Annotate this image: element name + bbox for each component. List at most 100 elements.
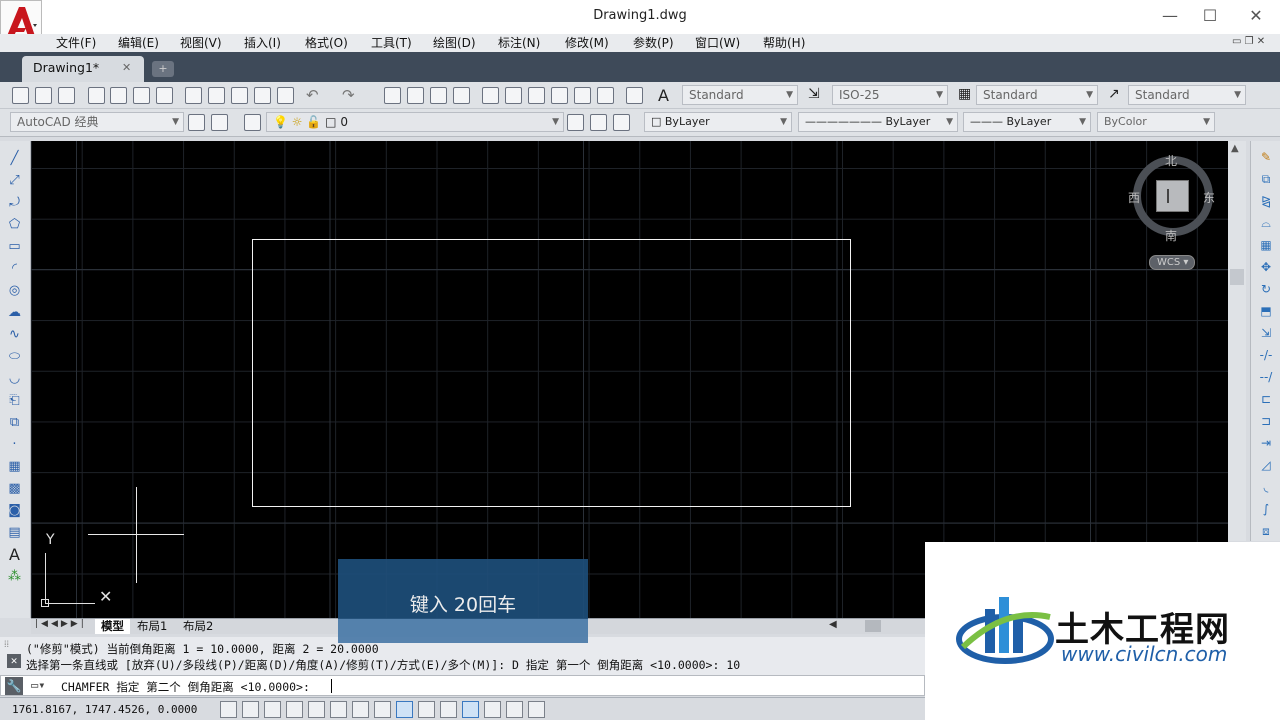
lineweight-icon[interactable] [440,701,457,718]
object-snap-icon[interactable] [330,701,347,718]
customize-wrench-icon[interactable]: 🔧 [5,677,23,695]
scale-icon[interactable]: ⬒ [1257,303,1275,320]
make-block-icon[interactable]: ⧉ [6,415,23,431]
polyline-icon[interactable]: ⤾ [6,195,23,211]
text-style-select[interactable]: Standard ▼ [682,85,798,105]
open-file-icon[interactable] [35,87,52,104]
insert-block-icon[interactable]: ⎗ [6,393,23,409]
offset-icon[interactable]: ⌓ [1257,215,1275,232]
scroll-up-icon[interactable]: ▲ [1231,143,1239,154]
lineweight-select[interactable]: ——— ByLayer ▼ [963,112,1091,132]
design-center-icon[interactable] [505,87,522,104]
dynamic-ucs-icon[interactable] [396,701,413,718]
polar-tracking-icon[interactable] [308,701,325,718]
save-icon[interactable] [58,87,75,104]
3d-object-snap-icon[interactable] [352,701,369,718]
ellipse-arc-icon[interactable]: ◡ [6,371,23,387]
menu-edit[interactable]: 编辑(E) [118,34,159,52]
pan-icon[interactable] [384,87,401,104]
tab-drawing1[interactable]: Drawing1* ✕ [22,56,144,82]
table-icon[interactable]: ▤ [6,525,23,541]
3d-print-icon[interactable] [156,87,173,104]
undo-icon[interactable]: ↶ [306,86,319,104]
minimize-button[interactable]: — [1148,4,1192,28]
tab-layout1[interactable]: 布局1 [137,619,167,634]
chamfer-icon[interactable]: ◿ [1257,457,1275,474]
maximize-button[interactable]: ☐ [1188,4,1232,28]
wcs-menu-button[interactable]: WCS ▾ [1149,255,1195,270]
recent-commands-icon[interactable]: ▭▾ [31,678,45,692]
viewcube-east[interactable]: 东 [1203,189,1215,206]
workspace-select[interactable]: AutoCAD 经典 ▼ [10,112,184,132]
viewcube-top-face[interactable] [1156,180,1189,212]
help-icon[interactable] [626,87,643,104]
construction-line-icon[interactable]: ⤢ [6,173,23,189]
quick-properties-icon[interactable] [484,701,501,718]
layout-nav-arrows[interactable]: |◀◀▶▶| [35,619,87,629]
doc-window-controls[interactable]: ▭ ❐ ✕ [1232,36,1265,47]
circle-icon[interactable]: ◎ [6,283,23,299]
layer-select[interactable]: 💡 ☼ 🔓 □ 0 ▼ [266,112,564,132]
array-icon[interactable]: ▦ [1257,237,1275,254]
grip-icon[interactable]: ⁞⁞ [4,639,9,650]
plot-icon[interactable] [88,87,105,104]
join-icon[interactable]: ⇥ [1257,435,1275,452]
viewcube-south[interactable]: 南 [1165,227,1177,244]
linetype-select[interactable]: ——————— ByLayer ▼ [798,112,958,132]
new-file-icon[interactable] [12,87,29,104]
tab-model[interactable]: 模型 [95,619,130,634]
plotstyle-select[interactable]: ByColor ▼ [1097,112,1215,132]
tab-layout2[interactable]: 布局2 [183,619,213,634]
break-at-point-icon[interactable]: ⊏ [1257,391,1275,408]
annotation-monitor-icon[interactable] [528,701,545,718]
layer-properties-icon[interactable] [244,114,261,131]
copy-object-icon[interactable]: ⧉ [1257,171,1275,188]
paste-special-icon[interactable] [254,87,271,104]
close-button[interactable]: ✕ [1234,4,1278,28]
extend-icon[interactable]: --/ [1257,369,1275,386]
polygon-icon[interactable]: ⬠ [6,217,23,233]
layer-state-icon[interactable] [613,114,630,131]
viewcube-north[interactable]: 北 [1165,152,1177,169]
tool-palettes-icon[interactable] [528,87,545,104]
menu-modify[interactable]: 修改(M) [565,34,609,52]
vertical-scrollbar[interactable]: ▲ [1228,141,1246,541]
cut-icon[interactable] [185,87,202,104]
plot-preview-icon[interactable] [110,87,127,104]
properties-icon[interactable] [482,87,499,104]
ortho-mode-icon[interactable] [286,701,303,718]
redo-icon[interactable]: ↷ [342,86,355,104]
transparency-icon[interactable] [462,701,479,718]
object-snap-tracking-icon[interactable] [374,701,391,718]
copy-icon[interactable] [208,87,225,104]
drawn-rectangle[interactable] [252,239,851,507]
hscroll-thumb[interactable] [865,620,881,632]
zoom-realtime-icon[interactable] [407,87,424,104]
mirror-icon[interactable]: ⧎ [1257,193,1275,210]
hscroll-left-icon[interactable]: ◀ [829,619,837,630]
menu-draw[interactable]: 绘图(D) [433,34,476,52]
menu-tools[interactable]: 工具(T) [371,34,412,52]
trim-icon[interactable]: -/- [1257,347,1275,364]
menu-view[interactable]: 视图(V) [180,34,222,52]
menu-file[interactable]: 文件(F) [56,34,96,52]
add-selected-icon[interactable]: ⁂ [6,569,23,585]
erase-icon[interactable]: ✎ [1257,149,1275,166]
menu-insert[interactable]: 插入(I) [244,34,281,52]
move-icon[interactable]: ✥ [1257,259,1275,276]
sheet-set-icon[interactable] [551,87,568,104]
color-select[interactable]: □ ByLayer ▼ [644,112,792,132]
make-current-layer-icon[interactable] [567,114,584,131]
zoom-window-icon[interactable] [430,87,447,104]
gradient-icon[interactable]: ▩ [6,481,23,497]
layer-previous-icon[interactable] [590,114,607,131]
workspace-settings-icon[interactable] [188,114,205,131]
menu-format[interactable]: 格式(O) [305,34,348,52]
spline-icon[interactable]: ∿ [6,327,23,343]
zoom-previous-icon[interactable] [453,87,470,104]
revision-cloud-icon[interactable]: ☁ [6,305,23,321]
explode-icon[interactable]: ⧈ [1257,523,1275,540]
grid-display-icon[interactable] [264,701,281,718]
close-cmd-icon[interactable]: ✕ [7,654,21,668]
rectangle-icon[interactable]: ▭ [6,239,23,255]
